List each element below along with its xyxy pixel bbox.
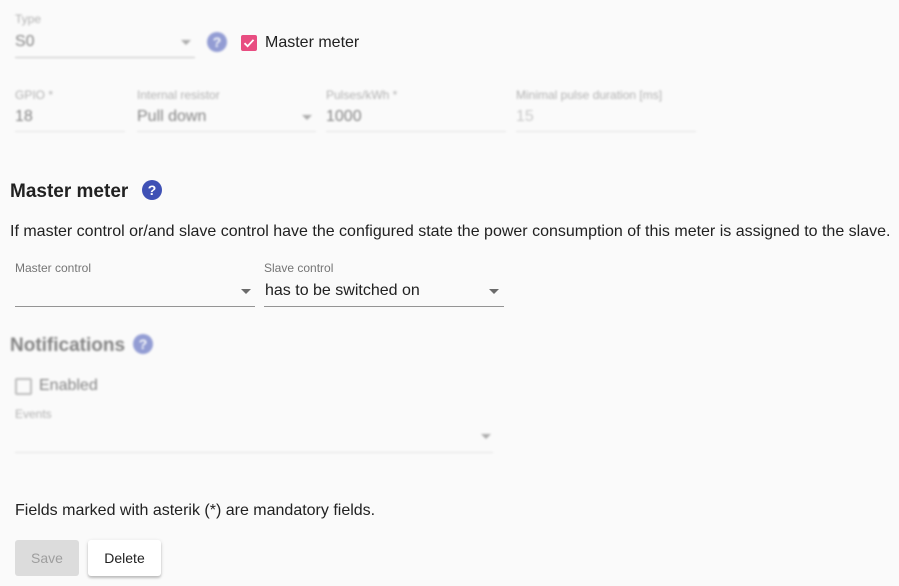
- checkmark-icon: [243, 39, 255, 48]
- notifications-enabled-checkbox[interactable]: [15, 378, 32, 395]
- master-meter-section-title: Master meter: [10, 181, 129, 202]
- notifications-enabled-label[interactable]: Enabled: [39, 377, 98, 395]
- type-label: Type: [15, 12, 42, 26]
- pulses-label: Pulses/kWh *: [326, 88, 398, 102]
- pulses-underline: [326, 131, 506, 132]
- min-pulse-label: Minimal pulse duration [ms]: [516, 88, 663, 102]
- notifications-help-icon[interactable]: ?: [133, 334, 153, 354]
- type-value[interactable]: S0: [15, 33, 35, 51]
- slave-control-label: Slave control: [264, 261, 334, 275]
- master-meter-description: If master control or/and slave control h…: [10, 223, 891, 240]
- gpio-input[interactable]: 18: [15, 108, 33, 126]
- save-button[interactable]: Save: [15, 540, 79, 576]
- min-pulse-input[interactable]: 15: [516, 108, 534, 126]
- gpio-underline: [15, 131, 125, 132]
- events-underline: [15, 452, 493, 453]
- type-underline: [15, 57, 195, 58]
- pulses-input[interactable]: 1000: [326, 108, 362, 126]
- internal-resistor-underline: [137, 131, 316, 132]
- min-pulse-underline: [516, 131, 696, 132]
- mandatory-fields-note: Fields marked with asterik (*) are manda…: [15, 502, 376, 519]
- master-control-dropdown-arrow-icon[interactable]: [241, 289, 251, 294]
- master-meter-checkbox-label[interactable]: Master meter: [265, 34, 359, 52]
- type-dropdown-arrow-icon[interactable]: [181, 40, 191, 45]
- slave-control-dropdown-arrow-icon[interactable]: [489, 289, 499, 294]
- notifications-title: Notifications: [10, 335, 126, 356]
- slave-control-select[interactable]: has to be switched on: [265, 282, 420, 300]
- master-meter-help-icon[interactable]: ?: [142, 180, 162, 200]
- internal-resistor-dropdown-arrow-icon[interactable]: [302, 115, 312, 120]
- slave-control-underline: [264, 306, 504, 307]
- events-dropdown-arrow-icon[interactable]: [481, 434, 491, 439]
- type-help-icon[interactable]: ?: [207, 32, 227, 52]
- internal-resistor-select[interactable]: Pull down: [137, 108, 206, 126]
- master-control-underline: [15, 306, 255, 307]
- internal-resistor-label: Internal resistor: [137, 88, 220, 102]
- master-meter-checkbox[interactable]: [241, 35, 257, 51]
- gpio-label: GPIO *: [15, 88, 54, 102]
- events-label: Events: [15, 407, 52, 421]
- master-control-label: Master control: [15, 261, 92, 275]
- delete-button[interactable]: Delete: [88, 540, 161, 576]
